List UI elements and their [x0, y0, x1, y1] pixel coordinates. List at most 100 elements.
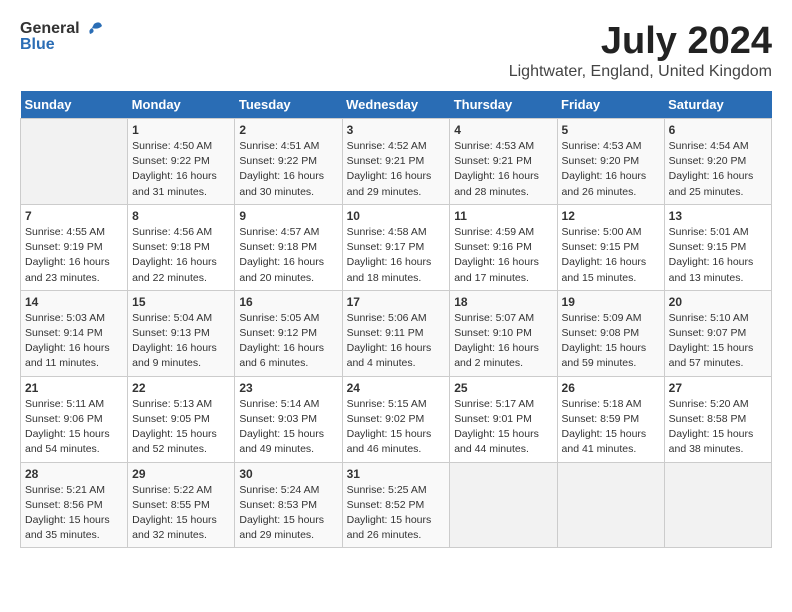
- cell-content: Sunrise: 4:55 AM Sunset: 9:19 PM Dayligh…: [25, 225, 123, 286]
- day-number: 4: [454, 123, 552, 137]
- calendar-cell: 13 Sunrise: 5:01 AM Sunset: 9:15 PM Dayli…: [664, 204, 771, 290]
- cell-content: Sunrise: 5:20 AM Sunset: 8:58 PM Dayligh…: [669, 397, 767, 458]
- day-number: 1: [132, 123, 230, 137]
- calendar-cell: 26 Sunrise: 5:18 AM Sunset: 8:59 PM Dayli…: [557, 376, 664, 462]
- calendar-cell: 28 Sunrise: 5:21 AM Sunset: 8:56 PM Dayli…: [21, 462, 128, 548]
- cell-content: Sunrise: 5:17 AM Sunset: 9:01 PM Dayligh…: [454, 397, 552, 458]
- calendar-cell: 18 Sunrise: 5:07 AM Sunset: 9:10 PM Dayli…: [450, 290, 557, 376]
- day-number: 16: [239, 295, 337, 309]
- logo-blue: Blue: [20, 36, 104, 54]
- header-cell-friday: Friday: [557, 91, 664, 119]
- calendar-cell: 27 Sunrise: 5:20 AM Sunset: 8:58 PM Dayli…: [664, 376, 771, 462]
- calendar-cell: 22 Sunrise: 5:13 AM Sunset: 9:05 PM Dayli…: [128, 376, 235, 462]
- calendar-cell: 2 Sunrise: 4:51 AM Sunset: 9:22 PM Daylig…: [235, 119, 342, 205]
- day-number: 7: [25, 209, 123, 223]
- cell-content: Sunrise: 4:54 AM Sunset: 9:20 PM Dayligh…: [669, 139, 767, 200]
- week-row-2: 7 Sunrise: 4:55 AM Sunset: 9:19 PM Daylig…: [21, 204, 772, 290]
- day-number: 11: [454, 209, 552, 223]
- day-number: 10: [347, 209, 446, 223]
- cell-content: Sunrise: 5:05 AM Sunset: 9:12 PM Dayligh…: [239, 311, 337, 372]
- day-number: 3: [347, 123, 446, 137]
- calendar-cell: 16 Sunrise: 5:05 AM Sunset: 9:12 PM Dayli…: [235, 290, 342, 376]
- day-number: 22: [132, 381, 230, 395]
- header-cell-tuesday: Tuesday: [235, 91, 342, 119]
- cell-content: Sunrise: 4:59 AM Sunset: 9:16 PM Dayligh…: [454, 225, 552, 286]
- day-number: 31: [347, 467, 446, 481]
- cell-content: Sunrise: 5:07 AM Sunset: 9:10 PM Dayligh…: [454, 311, 552, 372]
- cell-content: Sunrise: 5:04 AM Sunset: 9:13 PM Dayligh…: [132, 311, 230, 372]
- cell-content: Sunrise: 5:06 AM Sunset: 9:11 PM Dayligh…: [347, 311, 446, 372]
- day-number: 19: [562, 295, 660, 309]
- logo: General Blue: [20, 20, 104, 54]
- calendar-cell: 31 Sunrise: 5:25 AM Sunset: 8:52 PM Dayli…: [342, 462, 450, 548]
- cell-content: Sunrise: 4:57 AM Sunset: 9:18 PM Dayligh…: [239, 225, 337, 286]
- cell-content: Sunrise: 5:15 AM Sunset: 9:02 PM Dayligh…: [347, 397, 446, 458]
- calendar-cell: 4 Sunrise: 4:53 AM Sunset: 9:21 PM Daylig…: [450, 119, 557, 205]
- cell-content: Sunrise: 5:21 AM Sunset: 8:56 PM Dayligh…: [25, 483, 123, 544]
- cell-content: Sunrise: 5:24 AM Sunset: 8:53 PM Dayligh…: [239, 483, 337, 544]
- calendar-cell: 14 Sunrise: 5:03 AM Sunset: 9:14 PM Dayli…: [21, 290, 128, 376]
- day-number: 26: [562, 381, 660, 395]
- calendar-cell: 17 Sunrise: 5:06 AM Sunset: 9:11 PM Dayli…: [342, 290, 450, 376]
- day-number: 20: [669, 295, 767, 309]
- day-number: 28: [25, 467, 123, 481]
- main-title: July 2024: [509, 20, 772, 63]
- header-cell-thursday: Thursday: [450, 91, 557, 119]
- calendar-cell: [664, 462, 771, 548]
- cell-content: Sunrise: 5:25 AM Sunset: 8:52 PM Dayligh…: [347, 483, 446, 544]
- day-number: 9: [239, 209, 337, 223]
- cell-content: Sunrise: 5:18 AM Sunset: 8:59 PM Dayligh…: [562, 397, 660, 458]
- header-cell-monday: Monday: [128, 91, 235, 119]
- calendar-cell: 3 Sunrise: 4:52 AM Sunset: 9:21 PM Daylig…: [342, 119, 450, 205]
- day-number: 5: [562, 123, 660, 137]
- day-number: 24: [347, 381, 446, 395]
- day-number: 8: [132, 209, 230, 223]
- header-row: SundayMondayTuesdayWednesdayThursdayFrid…: [21, 91, 772, 119]
- day-number: 2: [239, 123, 337, 137]
- cell-content: Sunrise: 4:50 AM Sunset: 9:22 PM Dayligh…: [132, 139, 230, 200]
- cell-content: Sunrise: 4:52 AM Sunset: 9:21 PM Dayligh…: [347, 139, 446, 200]
- day-number: 17: [347, 295, 446, 309]
- day-number: 30: [239, 467, 337, 481]
- calendar-cell: [450, 462, 557, 548]
- header: General Blue July 2024 Lightwater, Engla…: [20, 20, 772, 81]
- calendar-table: SundayMondayTuesdayWednesdayThursdayFrid…: [20, 91, 772, 548]
- cell-content: Sunrise: 5:09 AM Sunset: 9:08 PM Dayligh…: [562, 311, 660, 372]
- cell-content: Sunrise: 5:00 AM Sunset: 9:15 PM Dayligh…: [562, 225, 660, 286]
- day-number: 18: [454, 295, 552, 309]
- cell-content: Sunrise: 5:03 AM Sunset: 9:14 PM Dayligh…: [25, 311, 123, 372]
- day-number: 14: [25, 295, 123, 309]
- week-row-1: 1 Sunrise: 4:50 AM Sunset: 9:22 PM Daylig…: [21, 119, 772, 205]
- day-number: 21: [25, 381, 123, 395]
- calendar-cell: 1 Sunrise: 4:50 AM Sunset: 9:22 PM Daylig…: [128, 119, 235, 205]
- week-row-4: 21 Sunrise: 5:11 AM Sunset: 9:06 PM Dayli…: [21, 376, 772, 462]
- day-number: 15: [132, 295, 230, 309]
- day-number: 23: [239, 381, 337, 395]
- calendar-cell: 12 Sunrise: 5:00 AM Sunset: 9:15 PM Dayli…: [557, 204, 664, 290]
- calendar-cell: 30 Sunrise: 5:24 AM Sunset: 8:53 PM Dayli…: [235, 462, 342, 548]
- cell-content: Sunrise: 4:56 AM Sunset: 9:18 PM Dayligh…: [132, 225, 230, 286]
- cell-content: Sunrise: 4:53 AM Sunset: 9:21 PM Dayligh…: [454, 139, 552, 200]
- cell-content: Sunrise: 5:13 AM Sunset: 9:05 PM Dayligh…: [132, 397, 230, 458]
- week-row-3: 14 Sunrise: 5:03 AM Sunset: 9:14 PM Dayli…: [21, 290, 772, 376]
- day-number: 13: [669, 209, 767, 223]
- calendar-cell: 9 Sunrise: 4:57 AM Sunset: 9:18 PM Daylig…: [235, 204, 342, 290]
- calendar-cell: 24 Sunrise: 5:15 AM Sunset: 9:02 PM Dayli…: [342, 376, 450, 462]
- cell-content: Sunrise: 4:51 AM Sunset: 9:22 PM Dayligh…: [239, 139, 337, 200]
- day-number: 12: [562, 209, 660, 223]
- calendar-cell: 8 Sunrise: 4:56 AM Sunset: 9:18 PM Daylig…: [128, 204, 235, 290]
- header-cell-saturday: Saturday: [664, 91, 771, 119]
- calendar-cell: 25 Sunrise: 5:17 AM Sunset: 9:01 PM Dayli…: [450, 376, 557, 462]
- day-number: 6: [669, 123, 767, 137]
- calendar-cell: 6 Sunrise: 4:54 AM Sunset: 9:20 PM Daylig…: [664, 119, 771, 205]
- cell-content: Sunrise: 5:11 AM Sunset: 9:06 PM Dayligh…: [25, 397, 123, 458]
- header-cell-sunday: Sunday: [21, 91, 128, 119]
- day-number: 27: [669, 381, 767, 395]
- calendar-cell: [21, 119, 128, 205]
- week-row-5: 28 Sunrise: 5:21 AM Sunset: 8:56 PM Dayli…: [21, 462, 772, 548]
- cell-content: Sunrise: 5:01 AM Sunset: 9:15 PM Dayligh…: [669, 225, 767, 286]
- day-number: 25: [454, 381, 552, 395]
- day-number: 29: [132, 467, 230, 481]
- cell-content: Sunrise: 5:10 AM Sunset: 9:07 PM Dayligh…: [669, 311, 767, 372]
- cell-content: Sunrise: 4:58 AM Sunset: 9:17 PM Dayligh…: [347, 225, 446, 286]
